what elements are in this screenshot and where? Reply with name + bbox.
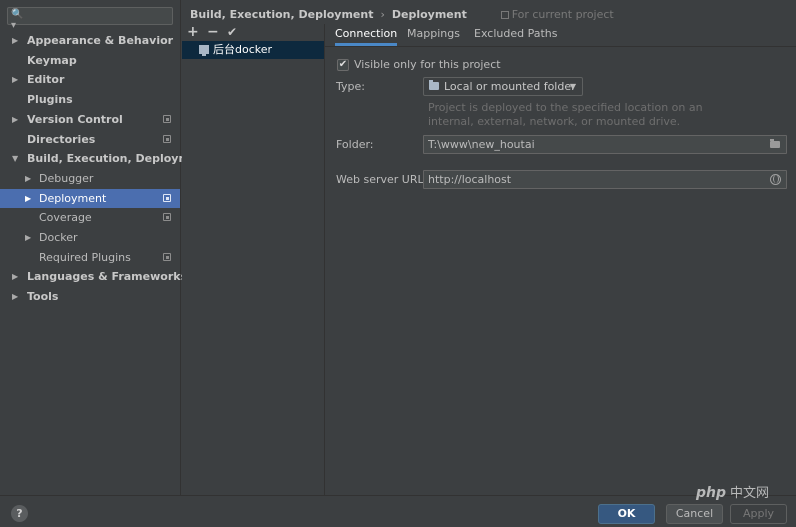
- tree-item-label: Coverage: [39, 211, 92, 224]
- watermark-cn: 中文网: [730, 486, 770, 501]
- tree-item-languages-frameworks[interactable]: ▶ Languages & Frameworks: [0, 267, 187, 286]
- chevron-right-icon[interactable]: ▶: [12, 31, 18, 50]
- tree-item-label: Docker: [39, 231, 78, 244]
- chevron-right-icon[interactable]: ▶: [25, 169, 31, 188]
- server-icon: [199, 45, 209, 56]
- project-scope-icon: [163, 115, 171, 123]
- server-item-label: 后台docker: [213, 43, 273, 56]
- browse-folder-icon[interactable]: [770, 139, 780, 148]
- connection-form: ✔ Visible only for this project Type: Lo…: [325, 46, 796, 495]
- tree-item-keymap[interactable]: Keymap: [0, 51, 180, 70]
- scope-hint: For current project: [500, 8, 614, 21]
- breadcrumb-parent[interactable]: Build, Execution, Deployment: [190, 8, 373, 21]
- tree-item-label: Editor: [27, 73, 65, 86]
- breadcrumb: Build, Execution, Deployment › Deployment …: [190, 8, 614, 22]
- tree-item-appearance-behavior[interactable]: ▶ Appearance & Behavior: [0, 31, 180, 50]
- project-scope-icon: [163, 135, 171, 143]
- project-scope-icon: [163, 194, 171, 202]
- breadcrumb-current: Deployment: [391, 8, 467, 21]
- chevron-down-icon[interactable]: ▼: [12, 149, 18, 168]
- tree-item-tools[interactable]: ▶ Tools: [0, 287, 180, 306]
- tree-item-label: Languages & Frameworks: [27, 270, 188, 283]
- web-server-url-field[interactable]: [423, 170, 787, 189]
- project-scope-icon: [500, 11, 509, 19]
- settings-search-box[interactable]: 🔍▾: [7, 7, 173, 31]
- watermark: php 中文网: [696, 482, 769, 502]
- tab-mappings[interactable]: Mappings: [407, 24, 460, 46]
- settings-tree-panel: 🔍▾ ▶ Appearance & Behavior Keymap ▶ Editor Pl…: [0, 0, 210, 495]
- tree-item-label: Version Control: [27, 113, 123, 126]
- tree-item-label: Plugins: [27, 93, 73, 106]
- tree-item-label: Required Plugins: [39, 251, 131, 264]
- tree-item-label: Debugger: [39, 172, 94, 185]
- type-dropdown-value: Local or mounted folder: [444, 80, 576, 93]
- project-scope-icon: [163, 253, 171, 261]
- open-in-browser-icon[interactable]: [770, 174, 781, 185]
- tab-connection[interactable]: Connection: [335, 24, 398, 46]
- chevron-right-icon[interactable]: ▶: [25, 228, 31, 247]
- visible-only-label: Visible only for this project: [354, 58, 501, 71]
- watermark-latin: php: [696, 485, 727, 501]
- tree-item-label: Appearance & Behavior: [27, 34, 174, 47]
- add-server-button[interactable]: +: [187, 24, 199, 40]
- type-description: Project is deployed to the specified loc…: [428, 101, 703, 128]
- tree-item-label: Tools: [27, 290, 59, 303]
- tree-item-coverage[interactable]: Coverage: [0, 208, 180, 227]
- cancel-button[interactable]: Cancel: [666, 504, 723, 524]
- help-button[interactable]: ?: [11, 505, 28, 522]
- settings-search-input[interactable]: [28, 8, 168, 24]
- tree-item-deployment[interactable]: ▶ Deployment: [0, 189, 180, 208]
- tree-item-required-plugins[interactable]: Required Plugins: [0, 248, 180, 267]
- tree-item-label: Keymap: [27, 54, 77, 67]
- type-dropdown[interactable]: Local or mounted folder ▼: [423, 77, 583, 96]
- scope-hint-text: For current project: [511, 8, 614, 21]
- chevron-right-icon[interactable]: ▶: [12, 267, 18, 286]
- remove-server-button[interactable]: −: [207, 24, 219, 40]
- tree-item-label: Directories: [27, 133, 96, 146]
- web-server-url-input[interactable]: [428, 172, 758, 187]
- server-list-panel: + − ✔ 后台docker: [182, 24, 325, 495]
- tree-item-plugins[interactable]: Plugins: [0, 90, 180, 109]
- ok-button[interactable]: OK: [598, 504, 655, 524]
- tree-item-label: Deployment: [39, 192, 107, 205]
- project-scope-icon: [163, 213, 171, 221]
- settings-content: Build, Execution, Deployment › Deployment …: [182, 0, 796, 495]
- folder-icon: [429, 80, 439, 90]
- breadcrumb-separator: ›: [380, 8, 385, 21]
- tree-item-editor[interactable]: ▶ Editor: [0, 70, 180, 89]
- tab-excluded-paths[interactable]: Excluded Paths: [474, 24, 557, 46]
- tree-item-directories[interactable]: Directories: [0, 130, 180, 149]
- tree-item-debugger[interactable]: ▶ Debugger: [0, 169, 180, 188]
- use-as-default-button[interactable]: ✔: [227, 24, 237, 40]
- tab-bar: Connection Mappings Excluded Paths: [325, 24, 796, 46]
- folder-label: Folder:: [336, 138, 374, 151]
- search-icon[interactable]: 🔍▾: [11, 9, 27, 31]
- dialog-button-bar: ? OK Cancel Apply: [0, 495, 796, 527]
- apply-button[interactable]: Apply: [730, 504, 787, 524]
- type-label: Type:: [336, 80, 365, 93]
- chevron-right-icon[interactable]: ▶: [12, 70, 18, 89]
- server-item[interactable]: 后台docker: [182, 41, 324, 59]
- tree-item-build-execution-deployment[interactable]: ▼ Build, Execution, Deployment: [0, 149, 210, 168]
- visible-only-checkbox[interactable]: ✔: [337, 59, 349, 71]
- chevron-right-icon[interactable]: ▶: [12, 110, 18, 129]
- chevron-down-icon: ▼: [569, 82, 576, 91]
- chevron-right-icon[interactable]: ▶: [12, 287, 18, 306]
- folder-input[interactable]: [428, 137, 758, 152]
- tree-item-docker[interactable]: ▶ Docker: [0, 228, 180, 247]
- folder-field[interactable]: [423, 135, 787, 154]
- tree-item-version-control[interactable]: ▶ Version Control: [0, 110, 180, 129]
- chevron-right-icon[interactable]: ▶: [25, 189, 31, 208]
- web-server-url-label: Web server URL:: [336, 173, 428, 186]
